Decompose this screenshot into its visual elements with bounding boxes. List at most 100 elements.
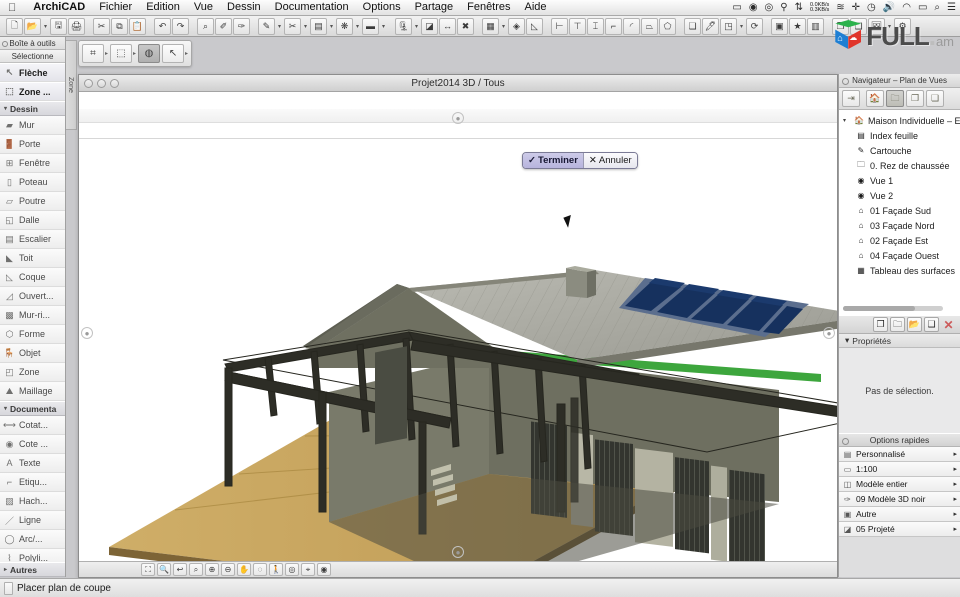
tool-hach[interactable]: ▨ Hach... (0, 492, 65, 511)
creative-cloud-icon[interactable]: ◎ (765, 2, 774, 13)
navigator-item-03-fa-ade-nord[interactable]: ⌂ 03 Façade Nord (839, 218, 960, 233)
chevron-right-icon[interactable]: ▸ (953, 510, 957, 518)
zoom-out-icon[interactable]: ⊖ (221, 563, 235, 576)
tool-ouvert[interactable]: ◿ Ouvert... (0, 287, 65, 306)
navigator-item-maison-individuelle-e[interactable]: ▾ 🏠 Maison Individuelle – E (839, 113, 960, 128)
tool-objet[interactable]: 🪑 Objet (0, 344, 65, 363)
viewport-split-handle-left[interactable]: ● (81, 327, 93, 339)
pentagon-icon[interactable]: ⬠ (659, 17, 676, 35)
menu-item-edition[interactable]: Edition (139, 0, 187, 15)
tool-polyli[interactable]: ⌇ Polyli... (0, 549, 65, 562)
properties-header[interactable]: ▾ Propriétés (839, 334, 960, 348)
tool-porte[interactable]: 🚪 Porte (0, 135, 65, 154)
measure-icon[interactable]: 🗜 (395, 17, 412, 35)
trapezoid-icon[interactable]: ⏢ (641, 17, 658, 35)
chevron-down-icon[interactable]: ▾ (843, 117, 850, 124)
align-top-icon[interactable]: ⊤ (569, 17, 586, 35)
snap-icon[interactable]: ◈ (508, 17, 525, 35)
toolbox-section-dessin[interactable]: ▾ Dessin (0, 101, 65, 116)
menu-item-dessin[interactable]: Dessin (220, 0, 268, 15)
tool-maillage[interactable]: ⛰ Maillage (0, 382, 65, 401)
syringe-icon[interactable]: ✑ (233, 17, 250, 35)
publisher-sets-icon[interactable]: ❏ (926, 90, 944, 107)
dimension-icon[interactable]: ↔ (439, 17, 456, 35)
open-folder-icon[interactable]: 📂 (907, 317, 922, 332)
walk-icon[interactable]: 🚶 (269, 563, 283, 576)
navigator-item-tableau-des-surfaces[interactable]: ▦ Tableau des surfaces (839, 263, 960, 278)
new-view-icon[interactable]: ❐ (873, 317, 888, 332)
quick-option-mod-le-entier[interactable]: ◫ Modèle entier ▸ (839, 477, 960, 492)
trim-dropdown-arrow[interactable]: ▾ (302, 18, 309, 35)
close-button[interactable] (84, 79, 93, 88)
render-icon[interactable]: ▣ (771, 17, 788, 35)
flashlight-icon[interactable]: ⚲ (780, 2, 787, 13)
menu-item-documentation[interactable]: Documentation (268, 0, 356, 15)
fill-dropdown-arrow[interactable]: ▾ (328, 18, 335, 35)
measure-dropdown-arrow[interactable]: ▾ (413, 18, 420, 35)
menu-item-partage[interactable]: Partage (408, 0, 461, 15)
align-left-icon[interactable]: ⊢ (551, 17, 568, 35)
organizer-icon[interactable]: ❐ (832, 17, 849, 35)
open-folder-dropdown-arrow[interactable]: ▾ (42, 18, 49, 35)
toolbox-section-autres[interactable]: ▸ Autres (0, 562, 65, 577)
pan-hand-icon[interactable]: ✋ (237, 563, 251, 576)
zoom-rectangle-icon[interactable]: 🔍 (157, 563, 171, 576)
tool-texte[interactable]: A Texte (0, 454, 65, 473)
navigator-item-01-fa-ade-sud[interactable]: ⌂ 01 Façade Sud (839, 203, 960, 218)
menu-item-aide[interactable]: Aide (518, 0, 554, 15)
dropbox-icon[interactable]: ◉ (749, 2, 758, 13)
fill-icon[interactable]: ▤ (310, 17, 327, 35)
chevron-right-icon[interactable]: ▸ (953, 450, 957, 458)
layer-icon[interactable]: ◳ (720, 17, 737, 35)
open-folder-icon[interactable]: 📂 (24, 17, 41, 35)
zoom-button[interactable] (110, 79, 119, 88)
project-map-icon[interactable]: 🏠 (866, 90, 884, 107)
solid-icon[interactable]: ▬ (362, 17, 379, 35)
find-icon[interactable]: ⌕ (197, 17, 214, 35)
navigator-item-cartouche[interactable]: ✎ Cartouche (839, 143, 960, 158)
volume-icon[interactable]: 🔊 (883, 2, 895, 13)
apple-icon[interactable]:  (8, 2, 16, 14)
explode-dropdown-arrow[interactable]: ▾ (354, 18, 361, 35)
chevron-right-icon[interactable]: ▸ (953, 480, 957, 488)
publish-icon[interactable]: ❑ (850, 17, 867, 35)
edit-elements-dropdown-arrow[interactable]: ▾ (276, 18, 283, 35)
viewport-split-handle-bottom[interactable]: ● (452, 546, 464, 558)
terminer-button[interactable]: ✓ Terminer (523, 153, 583, 168)
tool-zone[interactable]: ⬚ Zone ... (0, 82, 65, 101)
previous-zoom-icon[interactable]: ↩ (173, 563, 187, 576)
tool-mur[interactable]: ▰ Mur (0, 116, 65, 135)
fit-in-window-icon[interactable]: ⛶ (141, 563, 155, 576)
battery-icon[interactable]: ▭ (918, 2, 927, 13)
quick-option-personnalis[interactable]: ▤ Personnalisé ▸ (839, 447, 960, 462)
chevron-right-icon[interactable]: ▸ (953, 495, 957, 503)
arrow-tool-dropdown-arrow[interactable]: ▸ (185, 50, 188, 57)
paste-icon[interactable]: 📋 (129, 17, 146, 35)
print-icon[interactable]: 🖨 (68, 17, 85, 35)
quick-option-autre[interactable]: ▣ Autre ▸ (839, 507, 960, 522)
menu-item-archicad[interactable]: ArchiCAD (26, 0, 92, 15)
marquee-poly-tool-dropdown-arrow[interactable]: ▸ (133, 50, 136, 57)
menu-item-fichier[interactable]: Fichier (92, 0, 139, 15)
tool-poutre[interactable]: ▱ Poutre (0, 192, 65, 211)
tool-arc[interactable]: ◯ Arc/... (0, 530, 65, 549)
layout-book-icon[interactable]: ❐ (906, 90, 924, 107)
group-icon[interactable]: ❏ (684, 17, 701, 35)
3d-cut-icon[interactable]: ◪ (421, 17, 438, 35)
tool-ligne[interactable]: ／ Ligne (0, 511, 65, 530)
tool-coque[interactable]: ◺ Coque (0, 268, 65, 287)
settings-icon[interactable]: ⚙ (894, 17, 911, 35)
library-icon[interactable]: ▥ (807, 17, 824, 35)
marquee-rect-tool-dropdown-arrow[interactable]: ▸ (105, 50, 108, 57)
status-mode-box[interactable] (4, 581, 13, 595)
favorites-star-icon[interactable]: ★ (789, 17, 806, 35)
refresh-3d-icon[interactable]: ⟳ (746, 17, 763, 35)
spotlight-search-icon[interactable]: ⌕ (934, 2, 940, 13)
tool-forme[interactable]: ⬡ Forme (0, 325, 65, 344)
navigator-item-02-fa-ade-est[interactable]: ⌂ 02 Façade Est (839, 233, 960, 248)
tool-poteau[interactable]: ▯ Poteau (0, 173, 65, 192)
navigator-horizontal-scrollbar[interactable] (843, 306, 943, 311)
quick-option-09-mod-le-3d-noir[interactable]: ✑ 09 Modèle 3D noir ▸ (839, 492, 960, 507)
tool-toit[interactable]: ◣ Toit (0, 249, 65, 268)
zoom-in-icon[interactable]: ⊕ (205, 563, 219, 576)
